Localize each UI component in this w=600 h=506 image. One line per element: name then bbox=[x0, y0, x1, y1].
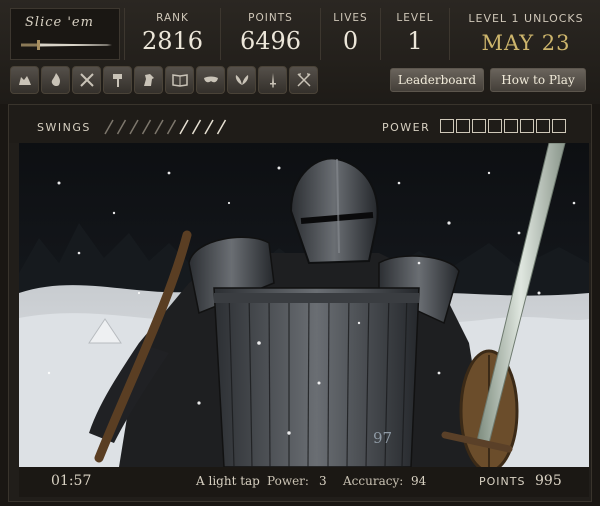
round-points-value: 995 bbox=[535, 473, 562, 489]
swing-feedback: A light tap bbox=[196, 474, 260, 488]
rank-stat: RANK 2816 bbox=[124, 8, 220, 60]
points-stat: POINTS 6496 bbox=[220, 8, 320, 60]
horse-icon[interactable] bbox=[134, 66, 163, 94]
rank-label: RANK bbox=[156, 12, 189, 24]
crossed-swords-icon[interactable] bbox=[72, 66, 101, 94]
power-box bbox=[488, 119, 502, 133]
weapon-toolbar bbox=[10, 66, 318, 96]
leaderboard-button[interactable]: Leaderboard bbox=[390, 68, 484, 92]
power-stat-value: 3 bbox=[319, 474, 327, 488]
level-value: 1 bbox=[407, 27, 423, 55]
swings-label: SWINGS bbox=[37, 121, 91, 134]
mask-icon[interactable] bbox=[196, 66, 225, 94]
swing-mark bbox=[191, 119, 202, 135]
game-frame: SWINGS POWER 97 01:57 A light tap Power:… bbox=[8, 104, 592, 502]
hammer-icon[interactable] bbox=[103, 66, 132, 94]
unlock-date: MAY 23 bbox=[481, 31, 571, 55]
level-label: LEVEL bbox=[396, 12, 434, 24]
power-label: POWER bbox=[382, 121, 431, 134]
swing-mark bbox=[216, 119, 227, 135]
round-points-label: POINTS bbox=[479, 475, 526, 488]
swing-mark bbox=[179, 119, 189, 135]
knight-scene-illustration: 97 bbox=[19, 143, 589, 467]
game-scene[interactable]: 97 bbox=[19, 143, 589, 467]
status-bar: 01:57 A light tap Power: 3 Accuracy: 94 … bbox=[19, 467, 589, 497]
swing-mark bbox=[166, 119, 177, 135]
power-box bbox=[504, 119, 518, 133]
swing-mark bbox=[116, 119, 127, 135]
unlock-label: LEVEL 1 UNLOCKS bbox=[468, 12, 584, 25]
power-box bbox=[472, 119, 486, 133]
accuracy-value: 94 bbox=[411, 474, 427, 488]
power-stat-label: Power: bbox=[267, 474, 309, 488]
power-box bbox=[440, 119, 454, 133]
sword-logo-icon bbox=[21, 40, 112, 50]
wolf-icon[interactable] bbox=[10, 66, 39, 94]
game-topbar: SWINGS POWER bbox=[9, 105, 591, 143]
swings-meter bbox=[104, 119, 227, 135]
swing-mark bbox=[204, 119, 214, 135]
top-header: Slice 'em RANK 2816 POINTS 6496 LIVES 0 … bbox=[0, 0, 600, 104]
power-box bbox=[456, 119, 470, 133]
power-meter bbox=[440, 119, 566, 133]
power-box bbox=[520, 119, 534, 133]
timer: 01:57 bbox=[51, 473, 92, 489]
accuracy-label: Accuracy: bbox=[343, 474, 404, 488]
lives-label: LIVES bbox=[333, 12, 368, 24]
how-to-play-button[interactable]: How to Play bbox=[490, 68, 586, 92]
swing-mark bbox=[154, 119, 164, 135]
rank-value: 2816 bbox=[141, 27, 204, 55]
swing-mark bbox=[104, 119, 114, 135]
level-stat: LEVEL 1 bbox=[380, 8, 450, 60]
swing-mark bbox=[141, 119, 152, 135]
wings-icon[interactable] bbox=[227, 66, 256, 94]
points-value: 6496 bbox=[239, 27, 302, 55]
crossed-axes-icon[interactable] bbox=[289, 66, 318, 94]
level-unlock: LEVEL 1 UNLOCKS MAY 23 bbox=[458, 8, 594, 55]
flame-icon[interactable] bbox=[41, 66, 70, 94]
points-label: POINTS bbox=[248, 12, 293, 24]
game-logo[interactable]: Slice 'em bbox=[10, 8, 120, 60]
lives-stat: LIVES 0 bbox=[320, 8, 380, 60]
logo-text: Slice 'em bbox=[25, 15, 94, 30]
sword-icon[interactable] bbox=[258, 66, 287, 94]
lives-value: 0 bbox=[342, 27, 359, 55]
hit-value: 97 bbox=[373, 429, 392, 447]
power-box bbox=[552, 119, 566, 133]
power-box bbox=[536, 119, 550, 133]
book-icon[interactable] bbox=[165, 66, 194, 94]
swing-mark bbox=[129, 119, 139, 135]
